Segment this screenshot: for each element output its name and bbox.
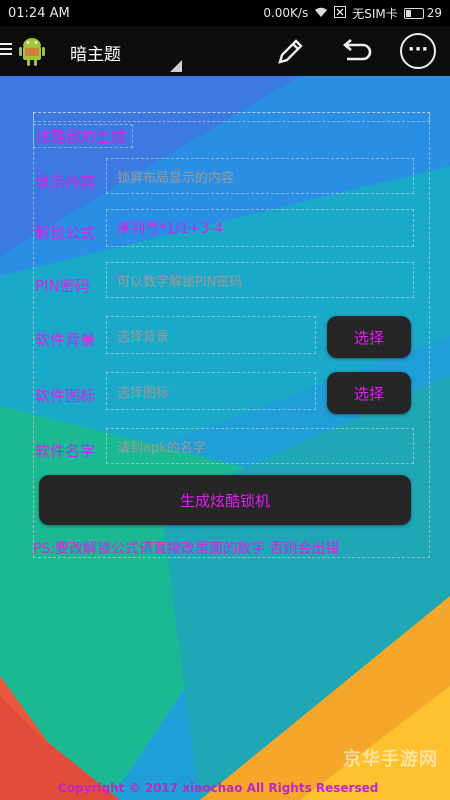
- app-bar: 暗主题 ···: [0, 26, 450, 76]
- generate-lock-button[interactable]: 生成炫酷锁机: [39, 475, 411, 525]
- network-speed: 0.00K/s: [263, 6, 309, 20]
- battery-level: 29: [426, 6, 442, 20]
- label-pin: PIN密码: [35, 277, 90, 295]
- more-icon[interactable]: ···: [400, 33, 436, 69]
- form-header: 炫酷锁的生成: [33, 124, 133, 148]
- label-app-name: 软件名字: [35, 442, 96, 460]
- display-content-input[interactable]: 锁屏布局显示的内容: [106, 158, 414, 194]
- sim-status: 无SIM卡: [352, 6, 398, 21]
- background-input[interactable]: 选择背景: [106, 316, 316, 354]
- app-name-input[interactable]: 请到apk的名字: [106, 428, 414, 464]
- icon-input[interactable]: 选择图标: [106, 372, 316, 410]
- unlock-formula-input[interactable]: 序列号*1/1+3-4: [106, 209, 414, 247]
- android-icon: [19, 38, 45, 66]
- label-display-content: 显示内容: [35, 173, 96, 191]
- watermark-text: 京华手游网: [343, 749, 438, 770]
- pin-input[interactable]: 可以数字解锁PIN密码: [106, 262, 414, 298]
- wifi-icon: [314, 6, 328, 21]
- copyright-text: Copyright © 2017 xiaochao All Rights Res…: [58, 781, 379, 795]
- watermark: 京华手游网: [343, 745, 438, 771]
- app-title: 暗主题: [70, 45, 121, 65]
- choose-background-button[interactable]: 选择: [327, 316, 411, 358]
- label-icon: 软件图标: [35, 387, 96, 405]
- pencil-icon[interactable]: [272, 34, 308, 70]
- status-right: 0.00K/s 无SIM卡 29: [263, 5, 442, 22]
- sim-x-icon: [334, 5, 347, 21]
- battery-icon: 29: [403, 6, 442, 20]
- hamburger-menu-icon[interactable]: [0, 40, 12, 60]
- status-time: 01:24 AM: [8, 5, 70, 21]
- dropdown-corner-icon: [170, 60, 182, 72]
- status-bar: 01:24 AM 0.00K/s 无SIM卡 29: [0, 0, 450, 26]
- formula-note: PS:要改解锁公式请直接改里面的数字 否则会出错: [33, 541, 340, 557]
- label-unlock-formula: 解锁公式: [35, 224, 96, 242]
- content-area: 炫酷锁的生成 显示内容 锁屏布局显示的内容 解锁公式 序列号*1/1+3-4 P…: [0, 76, 450, 800]
- label-background: 软件背景: [35, 331, 96, 349]
- choose-icon-button[interactable]: 选择: [327, 372, 411, 414]
- undo-icon[interactable]: [338, 36, 372, 68]
